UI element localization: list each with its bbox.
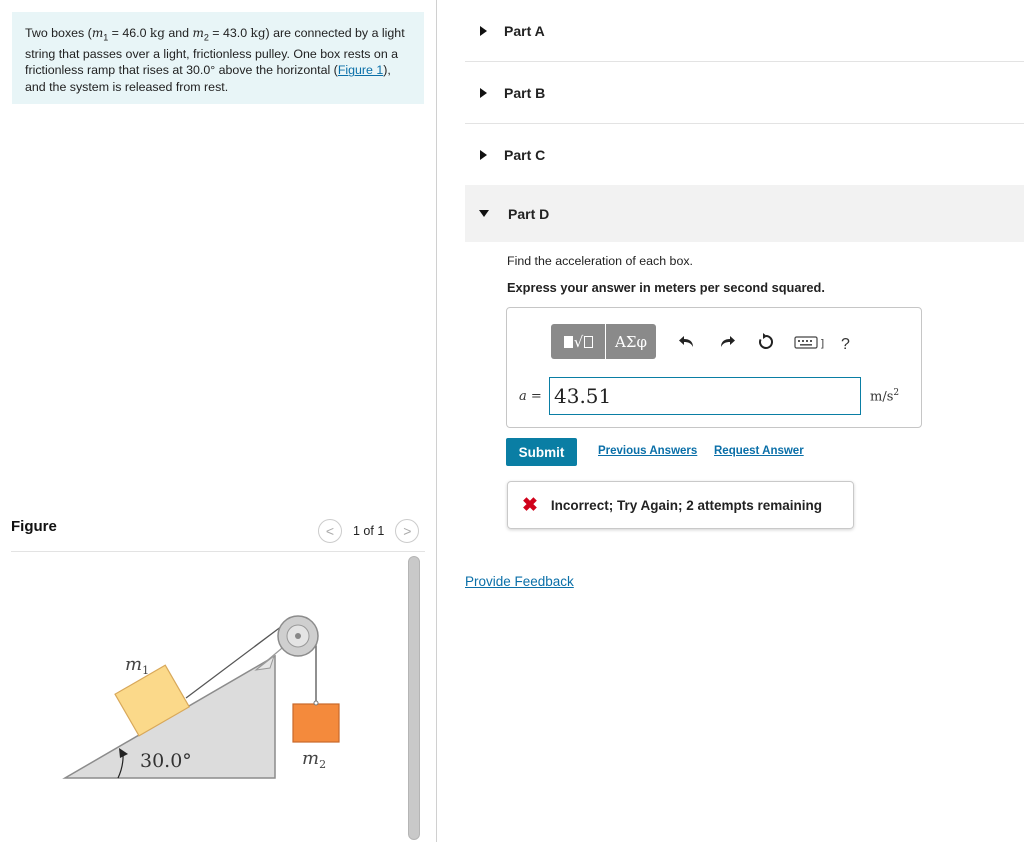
feedback-text: Incorrect; Try Again; 2 attempts remaini… <box>550 497 822 513</box>
part-c-label: Part C <box>504 147 546 163</box>
figure-next-button[interactable]: > <box>395 519 420 543</box>
instruction-text: Express your answer in meters per second… <box>507 280 825 295</box>
sqrt-icon: √ <box>573 332 584 351</box>
svg-text:]: ] <box>820 337 824 349</box>
template-box-icon <box>584 335 594 348</box>
figure-link[interactable]: Figure 1 <box>338 63 383 77</box>
part-c-row[interactable]: Part C <box>465 124 1024 186</box>
m2-symbol: m <box>192 26 204 40</box>
template-box-icon <box>563 335 573 348</box>
problem-text: and <box>164 26 193 40</box>
box-m2 <box>292 703 340 743</box>
figure-count: 1 of 1 <box>353 524 385 538</box>
part-b-row[interactable]: Part B <box>465 62 1024 124</box>
keyboard-icon[interactable]: ] <box>794 332 828 352</box>
caret-right-icon <box>480 150 487 160</box>
answer-panel: √ ΑΣφ ] ? a = m/s2 <box>506 307 922 428</box>
undo-icon[interactable] <box>677 332 697 352</box>
figure-pagination: < 1 of 1 > <box>318 519 420 543</box>
label-m1: m1 <box>125 654 149 677</box>
answer-unit: m/s2 <box>870 388 900 405</box>
submit-button[interactable]: Submit <box>506 438 577 466</box>
question-text: Find the acceleration of each box. <box>507 254 693 268</box>
left-pane: Two boxes ( m1 = 46.0 kg and m2 = 43.0 kg… <box>0 0 437 842</box>
caret-right-icon <box>480 87 487 98</box>
scrollbar-thumb[interactable] <box>408 556 420 840</box>
m1-symbol: m <box>91 26 104 40</box>
templates-button[interactable]: √ <box>551 324 605 359</box>
divider <box>11 551 425 552</box>
problem-statement: Two boxes (m1 = 46.0 kg and m2 = 43.0 kg… <box>12 12 424 104</box>
chevron-left-icon: < <box>325 523 335 539</box>
ramp-pulley-figure: m1 30.0° m2 <box>62 615 340 779</box>
greek-symbols-button[interactable]: ΑΣφ <box>606 324 656 359</box>
caret-right-icon <box>480 25 487 36</box>
part-d-label: Part D <box>508 205 550 222</box>
chevron-right-icon: > <box>403 523 412 539</box>
angle-label: 30.0° <box>140 750 192 772</box>
part-a-row[interactable]: Part A <box>465 0 1024 62</box>
feedback-message: ✖ Incorrect; Try Again; 2 attempts remai… <box>507 481 854 529</box>
figure-title: Figure <box>11 518 57 535</box>
label-m2: m2 <box>302 748 326 771</box>
figure-prev-button[interactable]: < <box>318 519 342 543</box>
part-b-label: Part B <box>504 84 546 101</box>
provide-feedback-link[interactable]: Provide Feedback <box>465 574 574 589</box>
m2-unit: kg <box>250 26 266 40</box>
reset-icon[interactable] <box>756 332 776 352</box>
problem-text: Two boxes ( <box>25 26 92 40</box>
caret-down-icon <box>479 210 489 217</box>
redo-icon[interactable] <box>717 332 737 352</box>
answer-input[interactable] <box>549 377 861 415</box>
m1-value: = 46.0 <box>108 26 147 40</box>
help-button[interactable]: ? <box>841 336 850 354</box>
part-a-label: Part A <box>504 22 545 39</box>
x-icon: ✖ <box>522 494 538 516</box>
m2-value: = 43.0 <box>208 26 248 40</box>
request-answer-link[interactable]: Request Answer <box>714 445 804 457</box>
answer-variable-label: a = <box>519 389 542 404</box>
figure-scrollbar[interactable] <box>407 552 421 842</box>
previous-answers-link[interactable]: Previous Answers <box>598 445 697 457</box>
m1-unit: kg <box>149 26 165 40</box>
part-d-header[interactable]: Part D <box>465 185 1024 242</box>
